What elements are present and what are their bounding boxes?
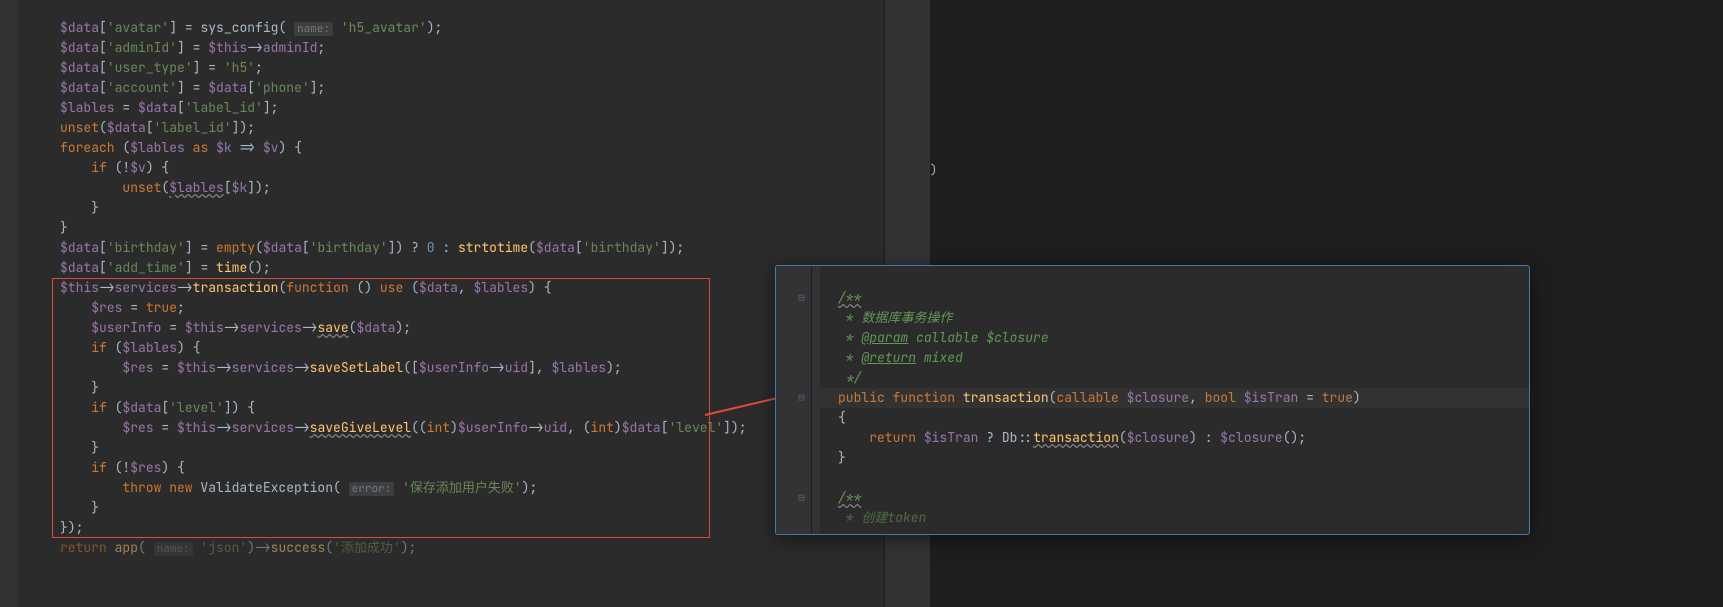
left-gutter: [0, 0, 18, 607]
function-signature: public function transaction(callable $cl…: [776, 388, 1529, 408]
code-line: }: [776, 448, 1529, 468]
popup-gutter: ⊟ ⊟ ⊟: [776, 266, 812, 534]
code-line: $lables = $data['label_id'];: [0, 98, 930, 118]
doc-line: * @param callable $closure: [776, 328, 1529, 348]
code-line: return app( name: 'json')->success('添加成功…: [0, 538, 930, 558]
code-line: if (!$v) {: [0, 158, 930, 178]
code-line: }: [0, 218, 930, 238]
collapsed-brace: ): [930, 160, 937, 180]
doc-line: * @return mixed: [776, 348, 1529, 368]
code-line: $data['account'] = $data['phone'];: [0, 78, 930, 98]
code-line: $data['avatar'] = sys_config( name: 'h5_…: [0, 18, 930, 38]
code-line: }: [0, 198, 930, 218]
fold-icon[interactable]: ⊟: [798, 288, 805, 308]
doc-line: * 创建token: [776, 508, 1529, 528]
fold-icon[interactable]: ⊟: [798, 488, 805, 508]
doc-line: * 数据库事务操作: [776, 308, 1529, 328]
code-line: [776, 468, 1529, 488]
doc-line: */: [776, 368, 1529, 388]
code-line: return $isTran ? Db::transaction($closur…: [776, 428, 1529, 448]
definition-popup[interactable]: ⊟ ⊟ ⊟ /** * 数据库事务操作 * @param callable $c…: [775, 265, 1530, 535]
code-line: {: [776, 408, 1529, 428]
fold-icon[interactable]: ⊟: [798, 388, 805, 408]
code-line: unset($data['label_id']);: [0, 118, 930, 138]
code-line: foreach ($lables as $k => $v) {: [0, 138, 930, 158]
doc-line: /**: [776, 288, 1529, 308]
code-line: unset($lables[$k]);: [0, 178, 930, 198]
code-line: $data['adminId'] = $this->adminId;: [0, 38, 930, 58]
doc-line: /**: [776, 488, 1529, 508]
code-line: $data['birthday'] = empty($data['birthda…: [0, 238, 930, 258]
code-line: $data['user_type'] = 'h5';: [0, 58, 930, 78]
